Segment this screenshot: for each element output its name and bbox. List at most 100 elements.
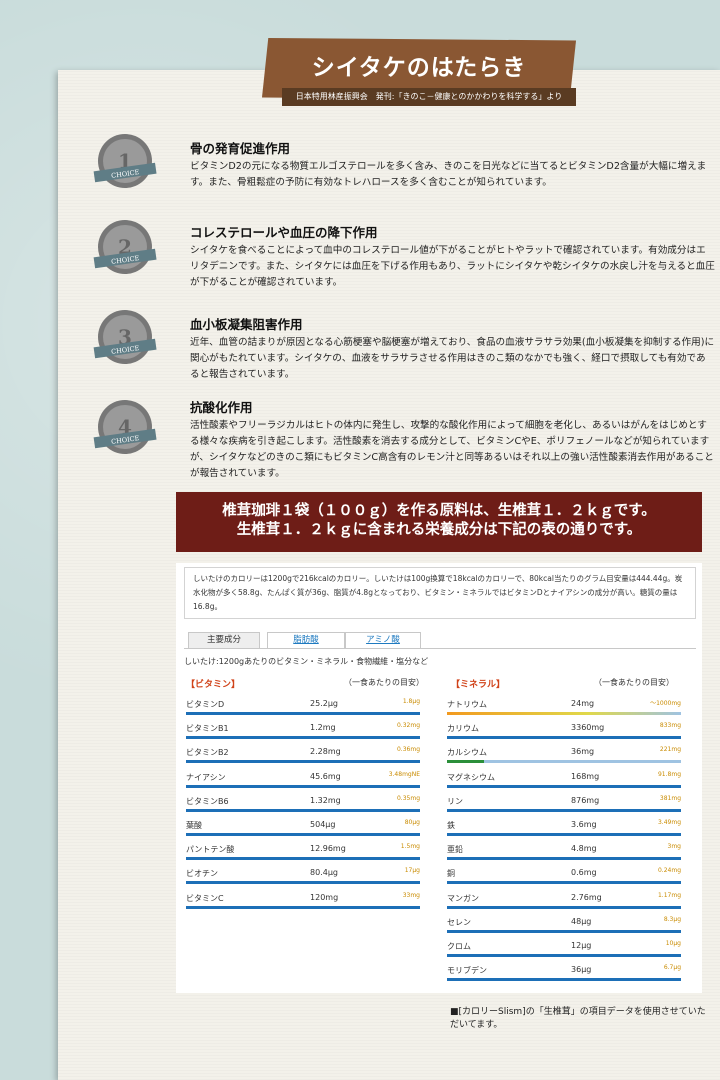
nutrient-value: 2.28mg xyxy=(310,747,341,757)
nutrient-guide: 3.49mg xyxy=(657,819,681,826)
nutrient-bar xyxy=(447,760,681,764)
nutrient-value: 25.2μg xyxy=(310,699,338,708)
nutrient-value: 168mg xyxy=(571,771,600,781)
nutrient-bar xyxy=(447,736,681,740)
nutrient-row: リン 876mg 381mg xyxy=(447,794,681,818)
nutrient-guide: 91.8mg xyxy=(657,770,681,778)
nutrient-bar-fill xyxy=(447,712,452,715)
nutrient-value: 80.4μg xyxy=(310,868,338,878)
nutrient-bar xyxy=(186,760,420,764)
nutrition-panel: しいたけのカロリーは1200gで216kcalのカロリー。しいたけは100g換算… xyxy=(176,563,702,993)
nutrient-name: ビオチン xyxy=(186,869,218,879)
vitamin-heading: 【ビタミン】 xyxy=(186,680,241,690)
tab-fatty-acids[interactable]: 脂肪酸 xyxy=(267,632,345,648)
nutrient-value: 504μg xyxy=(310,820,336,829)
nutrient-name: セレン xyxy=(447,917,471,927)
section-heading: 抗酸化作用 xyxy=(190,400,253,415)
nutrient-guide: 0.24mg xyxy=(657,867,681,875)
choice-badge-2: 2 CHOICE xyxy=(92,216,158,282)
nutrient-bar xyxy=(447,929,681,933)
nutrient-value: 0.6mg xyxy=(571,868,597,878)
nutrient-guide: 0.35mg xyxy=(396,794,420,802)
nutrient-name: カルシウム xyxy=(447,748,487,758)
highlight-box: 椎茸珈琲１袋（１００ｇ）を作る原料は、生椎茸１．２ｋｇです。 生椎茸１．２ｋｇに… xyxy=(176,492,702,552)
nutrient-bar xyxy=(447,784,681,788)
nutrient-name: 銅 xyxy=(447,869,455,879)
nutrient-row: 銅 0.6mg 0.24mg xyxy=(447,866,681,890)
nutrient-name: ビタミンB6 xyxy=(186,796,229,806)
nutrient-row: 葉酸 504μg 80μg xyxy=(186,818,420,842)
choice-badge-3: 3 CHOICE xyxy=(92,306,158,372)
nutrient-name: 鉄 xyxy=(447,821,455,830)
section-bone: 骨の発育促進作用 ビタミンD2の元になる物質エルゴステロールを多く含み、きのこを… xyxy=(190,138,715,191)
nutrient-name: ナイアシン xyxy=(186,772,226,782)
nutrient-guide: 3.48mgNE xyxy=(388,770,420,778)
section-platelet: 血小板凝集阻害作用 近年、血管の詰まりが原因となる心筋梗塞や脳梗塞が増えており、… xyxy=(190,314,715,383)
page-title: シイタケのはたらき xyxy=(311,55,527,81)
nutrient-row: ナイアシン 45.6mg 3.48mgNE xyxy=(186,770,420,794)
choice-badge-4: 4 CHOICE xyxy=(92,396,158,462)
nutrient-row: マグネシウム 168mg 91.8mg xyxy=(447,770,681,794)
nutrient-guide: 8.3μg xyxy=(663,915,681,923)
nutrient-bar xyxy=(447,857,681,861)
nutrient-row: カリウム 3360mg 833mg xyxy=(447,721,681,745)
nutrient-bar xyxy=(186,857,420,861)
section-body: ビタミンD2の元になる物質エルゴステロールを多く含み、きのこを日光などに当てると… xyxy=(190,161,707,188)
nutrient-guide: 1.17mg xyxy=(657,891,681,899)
nutrient-guide: 33mg xyxy=(402,891,420,899)
nutrient-value: 24mg xyxy=(571,699,595,708)
nutrient-bar xyxy=(447,833,681,836)
nutrient-value: 48μg xyxy=(571,916,592,926)
nutrient-name: ビタミンB2 xyxy=(186,748,229,758)
nutrient-value: 3.6mg xyxy=(571,820,597,829)
nutrient-bar xyxy=(186,712,420,715)
nutrient-value: 12.96mg xyxy=(310,844,346,854)
nutrient-name: 亜鉛 xyxy=(447,845,463,855)
nutrient-name: カリウム xyxy=(447,724,479,734)
nutrient-row: パントテン酸 12.96mg 1.5mg xyxy=(186,842,420,866)
page-subtitle: 日本特用林産振興会 発刊:「きのこ－健康とのかかわりを科学する」より xyxy=(295,92,563,101)
nutrient-row: ビタミンD 25.2μg 1.8μg xyxy=(186,697,420,721)
nutrient-guide: 833mg xyxy=(659,722,681,730)
nutrient-guide: 1.8μg xyxy=(402,698,420,705)
mineral-guide-label: （一食あたりの目安） xyxy=(594,678,674,687)
nutrient-row: モリブデン 36μg 6.7μg xyxy=(447,963,681,987)
nutrient-bar xyxy=(447,712,681,715)
vitamin-guide-label: （一食あたりの目安） xyxy=(344,678,424,687)
nutrient-name: ビタミンB1 xyxy=(186,724,229,734)
nutrient-bar xyxy=(186,905,420,909)
nutrient-name: ビタミンC xyxy=(186,893,224,903)
nutrient-row: ビタミンB2 2.28mg 0.36mg xyxy=(186,745,420,769)
nutrient-bar xyxy=(447,905,681,909)
section-antioxidant: 抗酸化作用 活性酸素やフリーラジカルはヒトの体内に発生し、攻撃的な酸化作用によっ… xyxy=(190,397,715,482)
nutrient-value: 876mg xyxy=(571,795,600,805)
tab-divider xyxy=(184,648,696,649)
nutrient-value: 12μg xyxy=(571,941,592,950)
section-heading: 骨の発育促進作用 xyxy=(190,141,291,156)
tab-amino-acids[interactable]: アミノ酸 xyxy=(345,632,421,648)
nutrient-guide: 0.36mg xyxy=(396,746,420,754)
nutrient-row: ナトリウム 24mg ～1000mg xyxy=(447,697,681,721)
section-heading: 血小板凝集阻害作用 xyxy=(190,317,303,332)
nutrient-name: リン xyxy=(447,796,463,806)
tab-main-components[interactable]: 主要成分 xyxy=(188,632,260,648)
nutrient-row: セレン 48μg 8.3μg xyxy=(447,915,681,939)
nutrient-bar xyxy=(186,784,420,788)
nutrient-name: 葉酸 xyxy=(186,821,202,830)
highlight-line-2: 生椎茸１．２ｋｇに含まれる栄養成分は下記の表の通りです。 xyxy=(236,522,642,538)
nutrient-guide: 0.32mg xyxy=(396,722,420,730)
nutrient-name: パントテン酸 xyxy=(186,845,235,855)
nutrient-value: 45.6mg xyxy=(310,771,341,781)
nutrient-bar-fill xyxy=(447,760,485,764)
nutrient-guide: 221mg xyxy=(659,746,681,754)
nutrient-value: 36μg xyxy=(571,965,592,975)
nutrient-bar xyxy=(186,736,420,740)
highlight-line-1: 椎茸珈琲１袋（１００ｇ）を作る原料は、生椎茸１．２ｋｇです。 xyxy=(222,503,656,519)
section-cholesterol: コレステロールや血圧の降下作用 シイタケを食べることによって血中のコレステロール… xyxy=(190,222,715,291)
nutrient-row: ビタミンC 120mg 33mg xyxy=(186,891,420,915)
nutrient-guide: 6.7μg xyxy=(663,964,681,972)
nutrient-row: 鉄 3.6mg 3.49mg xyxy=(447,818,681,842)
nutrient-guide: 17μg xyxy=(404,867,420,875)
nutrient-value: 36mg xyxy=(571,747,595,757)
nutrient-name: ナトリウム xyxy=(447,700,487,709)
